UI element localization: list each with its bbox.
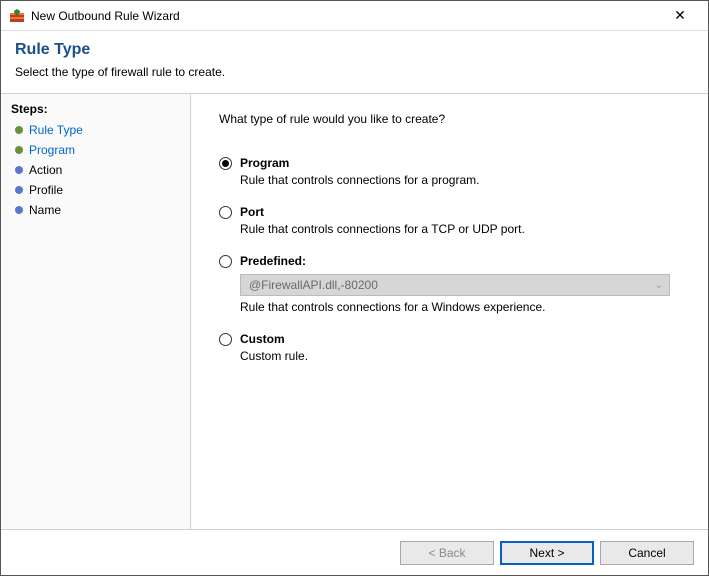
step-profile[interactable]: Profile [1,180,190,200]
radio-predefined[interactable] [219,255,232,268]
radio-port[interactable] [219,206,232,219]
radio-custom[interactable] [219,333,232,346]
option-desc: Rule that controls connections for a pro… [240,173,680,187]
step-label: Action [29,163,62,177]
option-desc: Custom rule. [240,349,680,363]
option-label: Program [240,156,289,170]
step-bullet-icon [15,186,23,194]
option-program: Program Rule that controls connections f… [219,156,680,187]
cancel-button[interactable]: Cancel [600,541,694,565]
option-desc: Rule that controls connections for a TCP… [240,222,680,236]
content-panel: What type of rule would you like to crea… [191,94,708,534]
step-label: Profile [29,183,63,197]
option-label: Predefined: [240,254,306,268]
option-label: Port [240,205,264,219]
option-port: Port Rule that controls connections for … [219,205,680,236]
predefined-combo-value: @FirewallAPI.dll,-80200 [249,278,378,292]
step-bullet-icon [15,166,23,174]
option-custom: Custom Custom rule. [219,332,680,363]
window-title: New Outbound Rule Wizard [31,9,660,23]
predefined-combo: @FirewallAPI.dll,-80200 ⌄ [240,274,670,296]
steps-panel: Steps: Rule Type Program Action Profile … [1,94,191,534]
close-icon[interactable]: ✕ [660,7,700,24]
back-button: < Back [400,541,494,565]
step-name[interactable]: Name [1,200,190,220]
page-subtitle: Select the type of firewall rule to crea… [15,65,694,79]
radio-program[interactable] [219,157,232,170]
steps-heading: Steps: [1,100,190,120]
title-bar: New Outbound Rule Wizard ✕ [1,1,708,31]
step-action[interactable]: Action [1,160,190,180]
step-bullet-icon [15,126,23,134]
wizard-footer: < Back Next > Cancel [1,529,708,575]
step-bullet-icon [15,146,23,154]
option-predefined: Predefined: @FirewallAPI.dll,-80200 ⌄ Ru… [219,254,680,314]
step-label: Rule Type [29,123,83,137]
firewall-icon [9,8,25,24]
wizard-header: Rule Type Select the type of firewall ru… [1,31,708,94]
option-label: Custom [240,332,285,346]
chevron-down-icon: ⌄ [655,280,663,291]
step-label: Name [29,203,61,217]
step-program[interactable]: Program [1,140,190,160]
question-text: What type of rule would you like to crea… [219,112,680,126]
step-label: Program [29,143,75,157]
step-bullet-icon [15,206,23,214]
option-desc: Rule that controls connections for a Win… [240,300,680,314]
page-title: Rule Type [15,41,694,59]
step-rule-type[interactable]: Rule Type [1,120,190,140]
next-button[interactable]: Next > [500,541,594,565]
